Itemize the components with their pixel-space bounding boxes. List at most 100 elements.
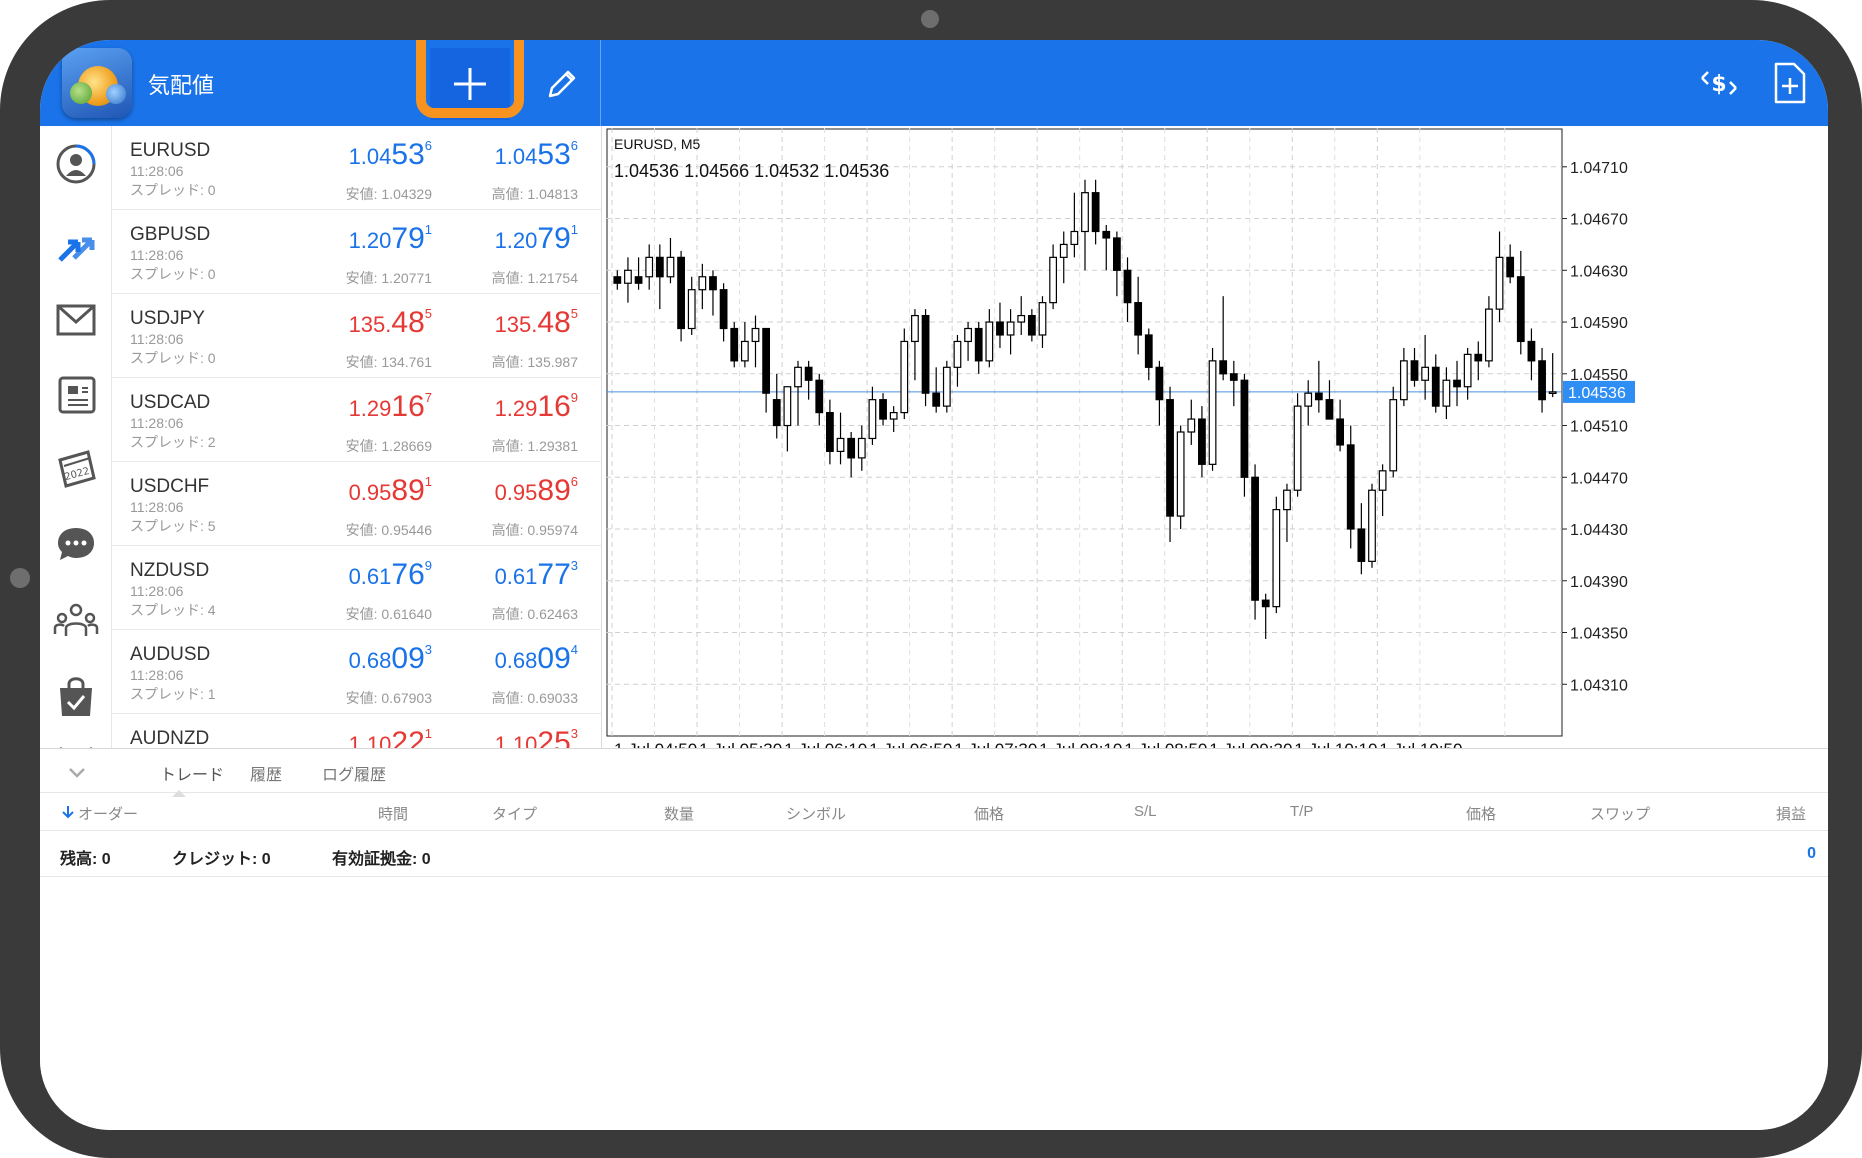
quote-row-nzdusd[interactable]: NZDUSD 11:28:06 スプレッド: 4 0.61769 0.61773 安値: …: [112, 546, 602, 630]
nav-market[interactable]: [52, 672, 100, 720]
candle-body: [932, 392, 941, 407]
candle-body: [1027, 314, 1036, 336]
candle-body: [1453, 379, 1461, 388]
candle-body: [1123, 269, 1132, 304]
column-sl[interactable]: S/L: [1134, 803, 1157, 820]
ask-prefix: 1.04: [494, 144, 538, 169]
sort-arrow-down-icon[interactable]: [62, 805, 74, 819]
column-order[interactable]: オーダー: [78, 803, 138, 824]
candle-body: [1516, 276, 1525, 343]
quote-bid[interactable]: 1.04536: [349, 138, 432, 172]
ask-prefix: 0.61: [494, 564, 538, 589]
quote-ask[interactable]: 1.29169: [495, 390, 578, 424]
quote-spread: スプレッド: 0: [130, 182, 216, 198]
y-tick-label: 1.04510: [1570, 419, 1628, 436]
quote-bid[interactable]: 1.29167: [349, 390, 432, 424]
tab-history[interactable]: 履歴: [250, 761, 282, 785]
chevron-down-icon[interactable]: [64, 759, 90, 785]
ask-fraction: 4: [570, 642, 578, 657]
candle-body: [655, 256, 664, 278]
bid-prefix: 1.29: [348, 396, 392, 421]
tab-trade[interactable]: トレード: [160, 761, 224, 785]
candle-body: [1208, 360, 1217, 465]
column-tp[interactable]: T/P: [1290, 803, 1313, 820]
current-price-label: 1.04536: [1568, 385, 1626, 402]
quote-high: 高値: 0.62463: [491, 606, 578, 622]
quote-row-gbpusd[interactable]: GBPUSD 11:28:06 スプレッド: 0 1.20791 1.20791 安値: …: [112, 210, 602, 294]
quote-row-eurusd[interactable]: EURUSD 11:28:06 スプレッド: 0 1.04536 1.04536 安値: …: [112, 126, 602, 210]
candle-body: [1006, 321, 1015, 336]
column-price[interactable]: 価格: [974, 803, 1004, 824]
bid-prefix: 0.95: [348, 480, 392, 505]
candlestick-chart[interactable]: 1.047101.046701.046301.045901.045501.045…: [606, 128, 1828, 748]
candle-body: [709, 276, 717, 291]
x-tick-label: 1 Jul 09:30: [1209, 740, 1292, 748]
candle-body: [1134, 302, 1143, 336]
quote-ask[interactable]: 0.68094: [495, 642, 578, 676]
quote-low: 安値: 1.28669: [345, 438, 432, 454]
quote-ask[interactable]: 0.61773: [495, 558, 578, 592]
quote-row-usdjpy[interactable]: USDJPY 11:28:06 スプレッド: 0 135.485 135.485 安値: …: [112, 294, 602, 378]
column-swap[interactable]: スワップ: [1590, 803, 1650, 824]
credit-value: クレジット: 0: [172, 851, 271, 868]
quote-symbol: USDCHF: [130, 476, 210, 497]
candle-body: [677, 256, 685, 330]
candle-body: [953, 340, 962, 368]
mail-icon: [56, 304, 96, 336]
trade-table-header: オーダー 時間 タイプ 数量 シンボル 価格 S/L T/P 価格 スワップ 損…: [40, 793, 1828, 831]
nav-calendar[interactable]: 2022: [52, 444, 100, 492]
candle-body: [1081, 192, 1089, 233]
nav-quotes[interactable]: [52, 140, 100, 188]
ask-prefix: 0.95: [494, 480, 538, 505]
column-price-current[interactable]: 価格: [1466, 803, 1496, 824]
nav-mail[interactable]: [52, 296, 100, 344]
chart-symbol-title: EURUSD, M5: [614, 136, 701, 152]
quote-row-usdcad[interactable]: USDCAD 11:28:06 スプレッド: 2 1.29167 1.29169 安値: …: [112, 378, 602, 462]
candle-body: [1314, 392, 1323, 401]
quote-row-audusd[interactable]: AUDUSD 11:28:06 スプレッド: 1 0.68093 0.68094 安値: …: [112, 630, 602, 714]
ask-fraction: 3: [570, 726, 578, 741]
nav-trade[interactable]: [52, 224, 100, 272]
quote-bid[interactable]: 135.485: [349, 306, 432, 340]
bid-prefix: 1.20: [348, 228, 392, 253]
bid-fraction: 1: [424, 726, 432, 741]
quote-symbol: AUDUSD: [130, 644, 211, 665]
candle-body: [1442, 379, 1451, 407]
column-type[interactable]: タイプ: [492, 803, 537, 824]
new-order-button[interactable]: [1766, 60, 1812, 106]
column-profit[interactable]: 損益: [1776, 803, 1806, 824]
tab-log-history[interactable]: ログ履歴: [322, 761, 386, 785]
x-tick-label: 1 Jul 04:50: [614, 740, 697, 748]
quote-ask[interactable]: 1.20791: [495, 222, 578, 256]
column-symbol[interactable]: シンボル: [786, 803, 846, 824]
quote-row-usdchf[interactable]: USDCHF 11:28:06 スプレッド: 5 0.95891 0.95896 安値: …: [112, 462, 602, 546]
candle-body: [1485, 308, 1493, 362]
quote-ask[interactable]: 0.95896: [495, 474, 578, 508]
nav-chat[interactable]: [52, 520, 100, 568]
quote-bid[interactable]: 0.61769: [349, 558, 432, 592]
currency-convert-button[interactable]: $: [1696, 60, 1742, 106]
quote-ask[interactable]: 1.04536: [495, 138, 578, 172]
column-time[interactable]: 時間: [378, 803, 408, 824]
candle-body: [1304, 392, 1313, 407]
edit-button[interactable]: [540, 62, 584, 106]
candle-body: [1378, 470, 1387, 491]
candle-body: [1495, 256, 1504, 310]
nav-community[interactable]: [52, 596, 100, 644]
trade-panel: トレード 履歴 ログ履歴 オーダー 時間 タイプ 数量 シンボル 価格 S/L …: [40, 748, 1828, 1130]
quote-symbol: NZDUSD: [130, 560, 210, 581]
column-volume[interactable]: 数量: [664, 803, 694, 824]
price-chart[interactable]: 1.04710 1.04670 1.04630 1.04590 1.04550 1.045…: [606, 128, 1828, 748]
candle-body: [1144, 334, 1153, 368]
y-tick-label: 1.04470: [1570, 470, 1628, 487]
ask-prefix: 135.: [494, 312, 538, 337]
quote-bid[interactable]: 0.95891: [349, 474, 432, 508]
nav-news[interactable]: [52, 370, 100, 418]
quote-ask[interactable]: 135.485: [495, 306, 578, 340]
candle-body: [1410, 360, 1419, 381]
quote-bid[interactable]: 0.68093: [349, 642, 432, 676]
quote-time: 11:28:06: [130, 415, 184, 431]
quote-bid[interactable]: 1.20791: [349, 222, 432, 256]
candle-body: [1548, 391, 1557, 394]
candle-body: [847, 437, 856, 459]
